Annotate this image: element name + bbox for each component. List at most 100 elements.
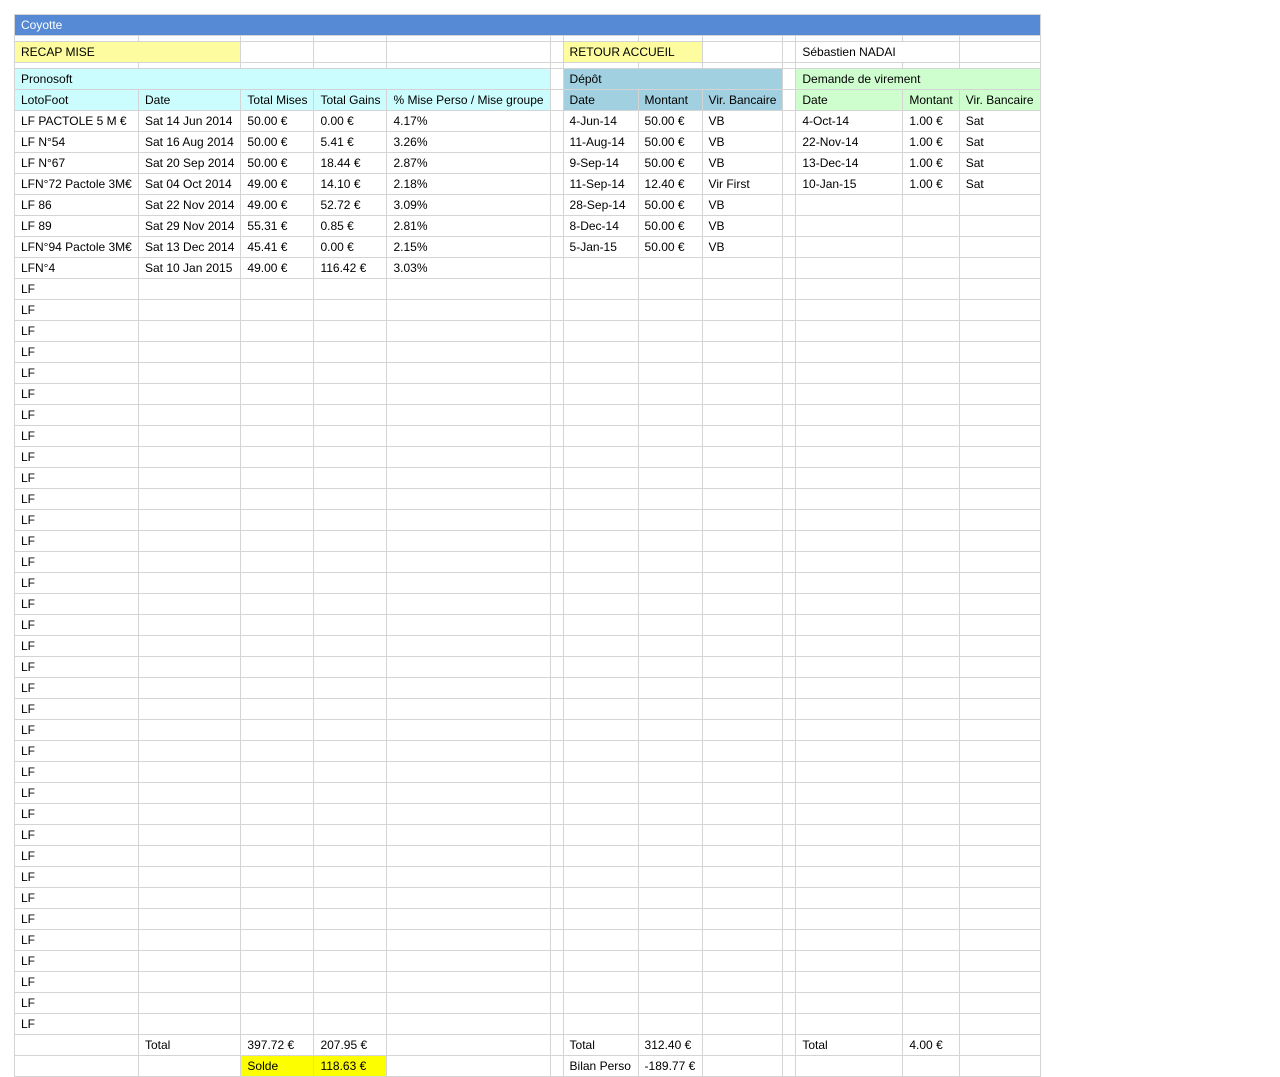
- cell: [549, 530, 564, 552]
- pronosoft-gains-cell: [313, 341, 388, 363]
- cell: [549, 236, 564, 258]
- virement-montant-cell: [902, 446, 960, 468]
- table-row: LFN°4 Sat 10 Jan 2015 49.00 €116.42 €3.03%: [14, 257, 1041, 279]
- recap-mise-link[interactable]: RECAP MISE: [13, 41, 242, 63]
- pronosoft-lotofoot-cell: LF: [14, 908, 139, 930]
- cell: [782, 173, 797, 195]
- pronosoft-date-cell: [137, 530, 242, 552]
- pronosoft-gains-cell: 116.42 €: [313, 257, 388, 279]
- depot-date-cell: [562, 593, 639, 615]
- cell: [549, 656, 564, 678]
- pronosoft-gains-cell: [313, 488, 388, 510]
- pronosoft-date-cell: [137, 761, 242, 783]
- pronosoft-lotofoot-cell: LF: [14, 635, 139, 657]
- pronosoft-date-cell: [137, 698, 242, 720]
- virement-vir-cell: [958, 866, 1041, 888]
- table-row: LF: [14, 635, 1041, 657]
- pronosoft-percent-cell: [386, 803, 551, 825]
- virement-date-cell: [795, 236, 904, 258]
- cell: [782, 950, 797, 972]
- virement-vir-cell: [958, 467, 1041, 489]
- depot-vir-cell: [701, 908, 784, 930]
- depot-date-cell: [562, 530, 639, 552]
- depot-vir-cell: [701, 572, 784, 594]
- pronosoft-gains-cell: [313, 761, 388, 783]
- pronosoft-lotofoot-cell: LF 86: [14, 194, 139, 216]
- cell: [958, 1055, 1041, 1077]
- pronosoft-date-cell: [137, 656, 242, 678]
- pronosoft-gains-cell: 0.85 €: [313, 215, 388, 237]
- cell: [549, 152, 564, 174]
- cell: [782, 215, 797, 237]
- virement-date-cell: [795, 614, 904, 636]
- cell: [549, 404, 564, 426]
- pronosoft-date-cell: [137, 824, 242, 846]
- pronosoft-percent-cell: [386, 299, 551, 321]
- cell: [701, 1034, 784, 1056]
- depot-vir-cell: [701, 782, 784, 804]
- cell: [313, 41, 388, 63]
- pronosoft-percent-cell: 4.17%: [386, 110, 551, 132]
- pronosoft-date-cell: Sat 13 Dec 2014: [137, 236, 242, 258]
- depot-vir-cell: VB: [701, 215, 784, 237]
- cell: [782, 320, 797, 342]
- depot-vir-cell: [701, 803, 784, 825]
- cell: [782, 68, 797, 90]
- virement-vir-cell: [958, 194, 1041, 216]
- pronosoft-mises-cell: [240, 278, 315, 300]
- virement-montant-cell: [902, 698, 960, 720]
- depot-date-cell: 9-Sep-14: [562, 152, 639, 174]
- pronosoft-lotofoot-cell: LF: [14, 614, 139, 636]
- virement-montant-cell: [902, 782, 960, 804]
- cell: [782, 929, 797, 951]
- table-row: LFN°72 Pactole 3M€ Sat 04 Oct 2014 49.00 €…: [14, 173, 1041, 195]
- pronosoft-date-cell: Sat 20 Sep 2014: [137, 152, 242, 174]
- pronosoft-gains-cell: 0.00 €: [313, 110, 388, 132]
- pronosoft-mises-cell: [240, 866, 315, 888]
- virement-vir-cell: [958, 677, 1041, 699]
- virement-vir-cell: [958, 446, 1041, 468]
- cell: [782, 1013, 797, 1035]
- virement-vir-cell: Sat: [958, 173, 1041, 195]
- depot-date-cell: [562, 677, 639, 699]
- virement-date-cell: [795, 572, 904, 594]
- virement-montant-cell: [902, 320, 960, 342]
- virement-vir-cell: [958, 950, 1041, 972]
- pronosoft-lotofoot-cell: LF: [14, 761, 139, 783]
- pronosoft-mises-cell: [240, 299, 315, 321]
- column-header: Date: [137, 89, 242, 111]
- cell: [782, 845, 797, 867]
- virement-date-cell: [795, 845, 904, 867]
- cell: [782, 446, 797, 468]
- cell: [549, 845, 564, 867]
- pronosoft-mises-cell: [240, 425, 315, 447]
- pronosoft-lotofoot-cell: LFN°94 Pactole 3M€: [14, 236, 139, 258]
- pronosoft-percent-cell: [386, 971, 551, 993]
- table-row: LF: [14, 992, 1041, 1014]
- table-row: LF: [14, 341, 1041, 363]
- pronosoft-percent-cell: [386, 425, 551, 447]
- virement-montant-cell: [902, 950, 960, 972]
- virement-date-cell: [795, 551, 904, 573]
- table-row: LF: [14, 950, 1041, 972]
- retour-accueil-link[interactable]: RETOUR ACCUEIL: [562, 41, 703, 63]
- cell: [549, 971, 564, 993]
- cell: [549, 341, 564, 363]
- virement-date-cell: [795, 950, 904, 972]
- table-row: LF: [14, 761, 1041, 783]
- virement-date-cell: [795, 740, 904, 762]
- virement-date-cell: [795, 971, 904, 993]
- virement-montant-cell: [902, 236, 960, 258]
- pronosoft-mises-cell: [240, 908, 315, 930]
- pronosoft-date-cell: [137, 467, 242, 489]
- pronosoft-lotofoot-cell: LFN°4: [14, 257, 139, 279]
- pronosoft-lotofoot-cell: LF: [14, 509, 139, 531]
- total-mises: 397.72 €: [240, 1034, 315, 1056]
- virement-vir-cell: [958, 509, 1041, 531]
- depot-montant-cell: [637, 677, 703, 699]
- table-row: LF: [14, 362, 1041, 384]
- pronosoft-gains-cell: [313, 425, 388, 447]
- pronosoft-lotofoot-cell: LF: [14, 299, 139, 321]
- pronosoft-gains-cell: [313, 719, 388, 741]
- virement-montant-cell: [902, 824, 960, 846]
